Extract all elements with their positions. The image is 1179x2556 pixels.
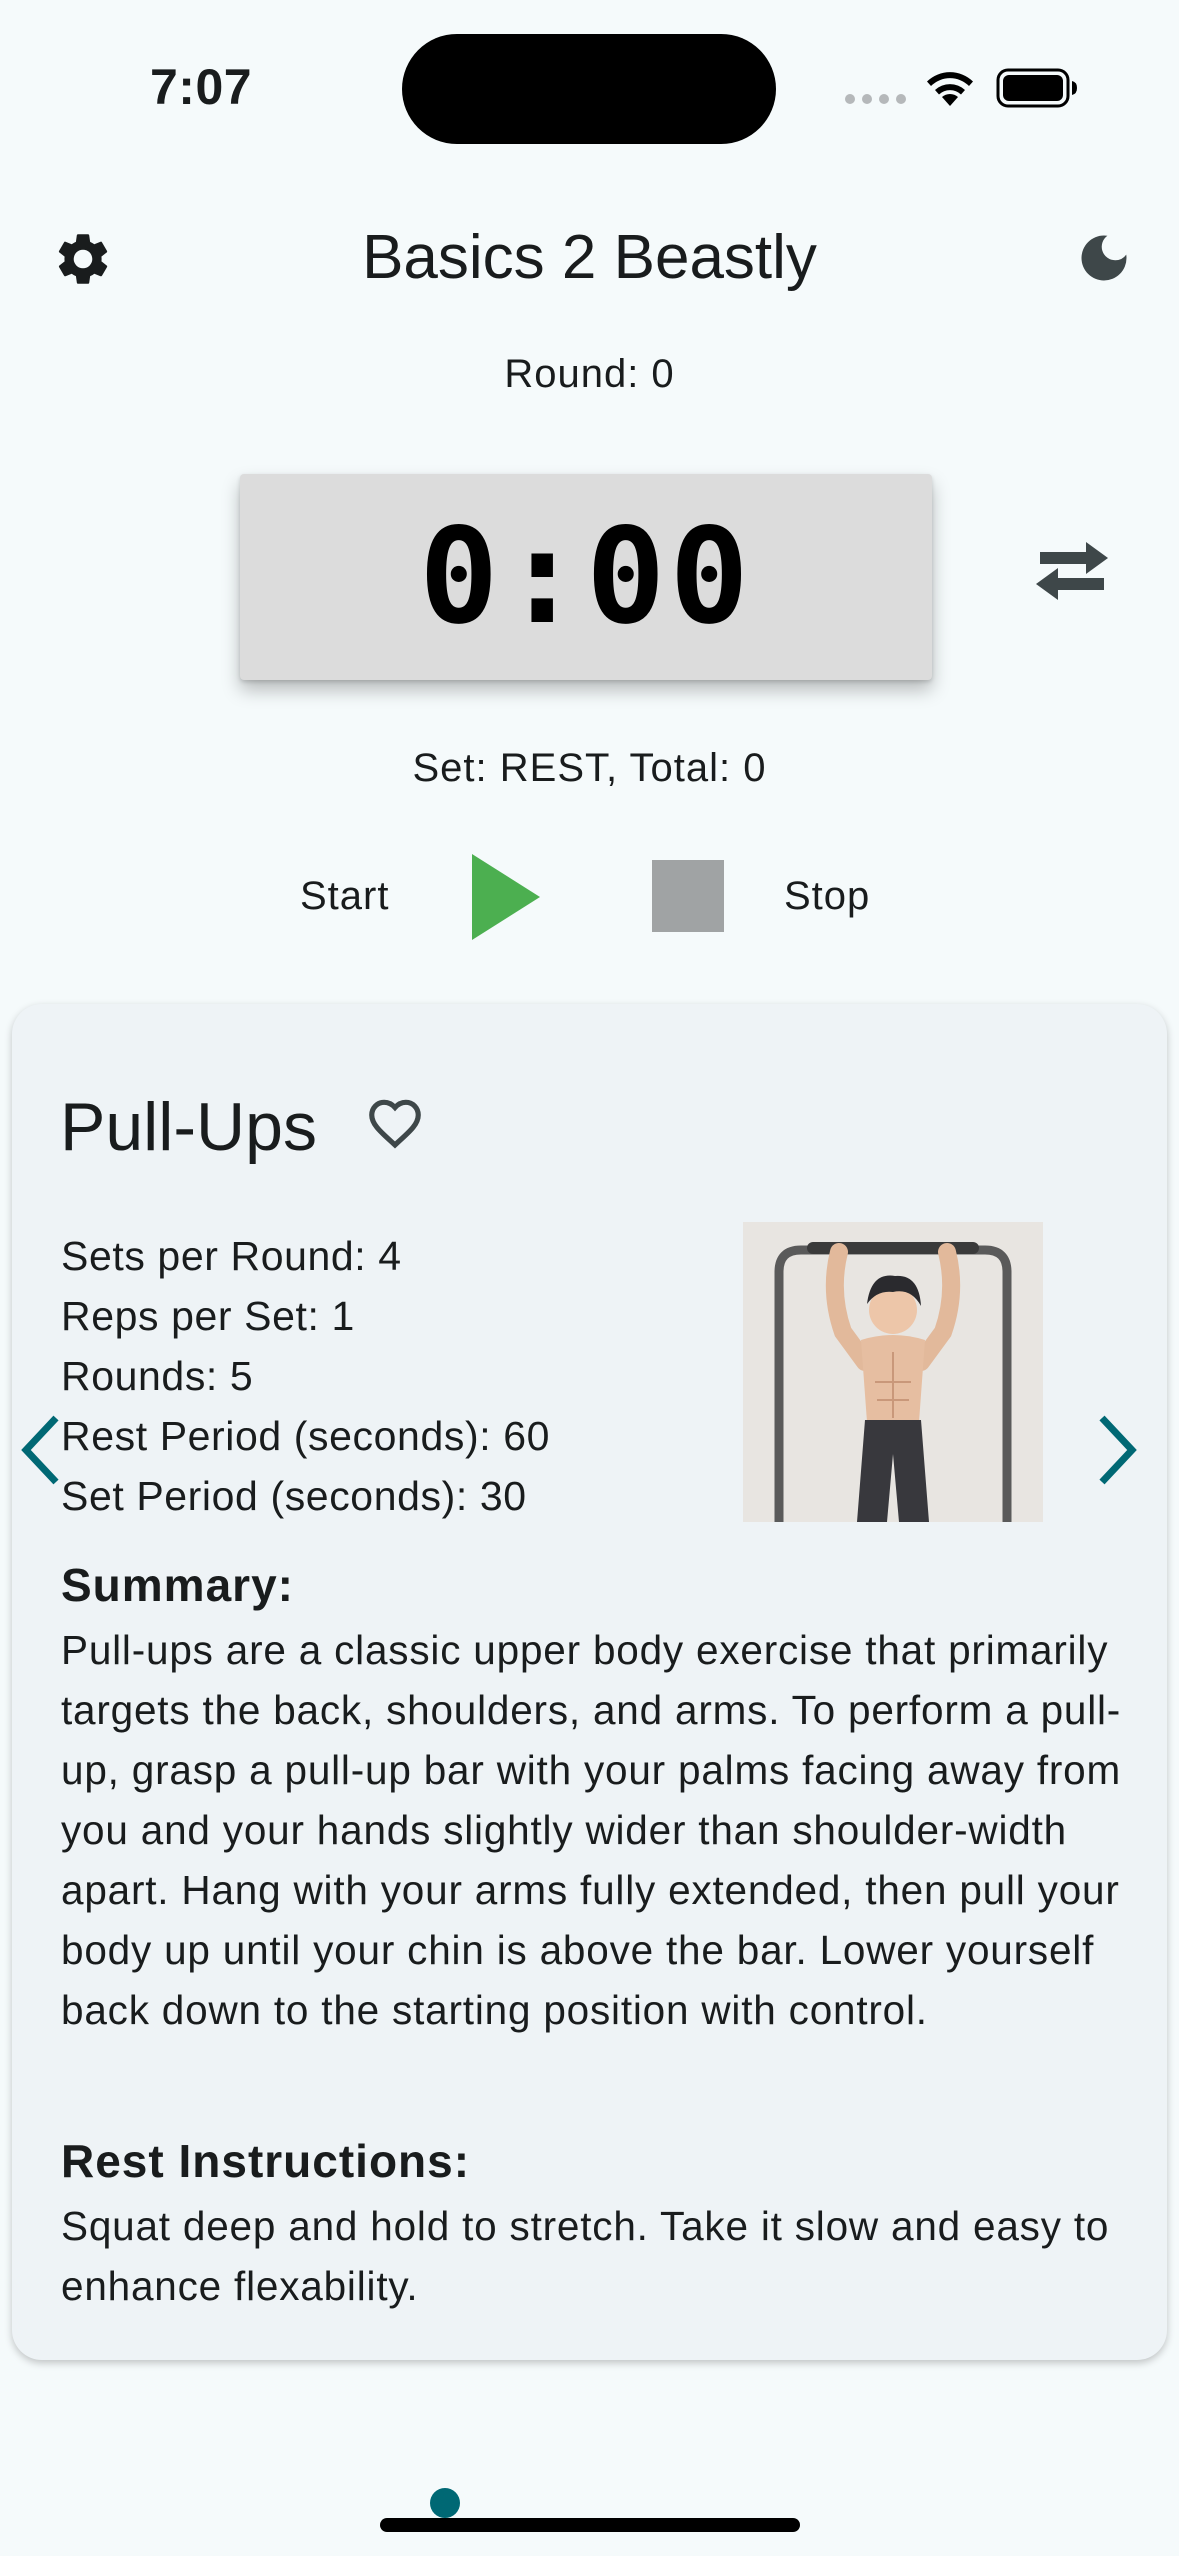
stop-label[interactable]: Stop [784, 874, 870, 919]
moon-icon[interactable] [1074, 228, 1134, 288]
cellular-signal-icon [845, 94, 906, 104]
exercise-illustration [743, 1222, 1043, 1522]
exercise-card[interactable]: Pull-Ups Sets per Round: 4 Reps per Set:… [12, 1004, 1167, 2360]
wifi-icon [927, 72, 973, 106]
stat-reps-per-set: Reps per Set: 1 [61, 1293, 355, 1339]
stop-button[interactable] [652, 860, 724, 932]
play-icon[interactable] [472, 854, 542, 940]
timer-display: 0:00 [240, 474, 932, 680]
round-counter: Round: 0 [504, 352, 675, 396]
home-indicator[interactable] [380, 2518, 800, 2532]
stat-sets-per-round: Sets per Round: 4 [61, 1233, 402, 1279]
exercise-title: Pull-Ups [60, 1089, 317, 1165]
page-indicator-dot [430, 2488, 460, 2518]
stat-rest-period: Rest Period (seconds): 60 [61, 1413, 551, 1459]
set-status: Set: REST, Total: 0 [412, 746, 767, 790]
rest-instructions-heading: Rest Instructions: [61, 2135, 471, 2187]
stat-rounds: Rounds: 5 [61, 1353, 254, 1399]
start-label[interactable]: Start [300, 874, 389, 919]
timer-digits: 0:00 [419, 500, 753, 654]
app-title: Basics 2 Beastly [362, 223, 817, 292]
heart-icon[interactable] [362, 1092, 428, 1154]
rest-instructions-text: Squat deep and hold to stretch. Take it … [61, 2203, 1110, 2309]
summary-text: Pull-ups are a classic upper body exerci… [61, 1627, 1122, 2033]
battery-icon [996, 68, 1077, 108]
status-time: 7:07 [150, 59, 253, 115]
dynamic-island [402, 34, 776, 144]
summary-heading: Summary: [61, 1559, 294, 1611]
stat-set-period: Set Period (seconds): 30 [61, 1473, 527, 1519]
timer-controls: Start Stop [0, 854, 1179, 940]
next-arrow-icon[interactable] [1092, 1412, 1142, 1488]
previous-arrow-icon[interactable] [16, 1412, 66, 1488]
swap-icon[interactable] [1028, 536, 1116, 606]
exercise-stats: Sets per Round: 4 Reps per Set: 1 Rounds… [61, 1226, 550, 1526]
